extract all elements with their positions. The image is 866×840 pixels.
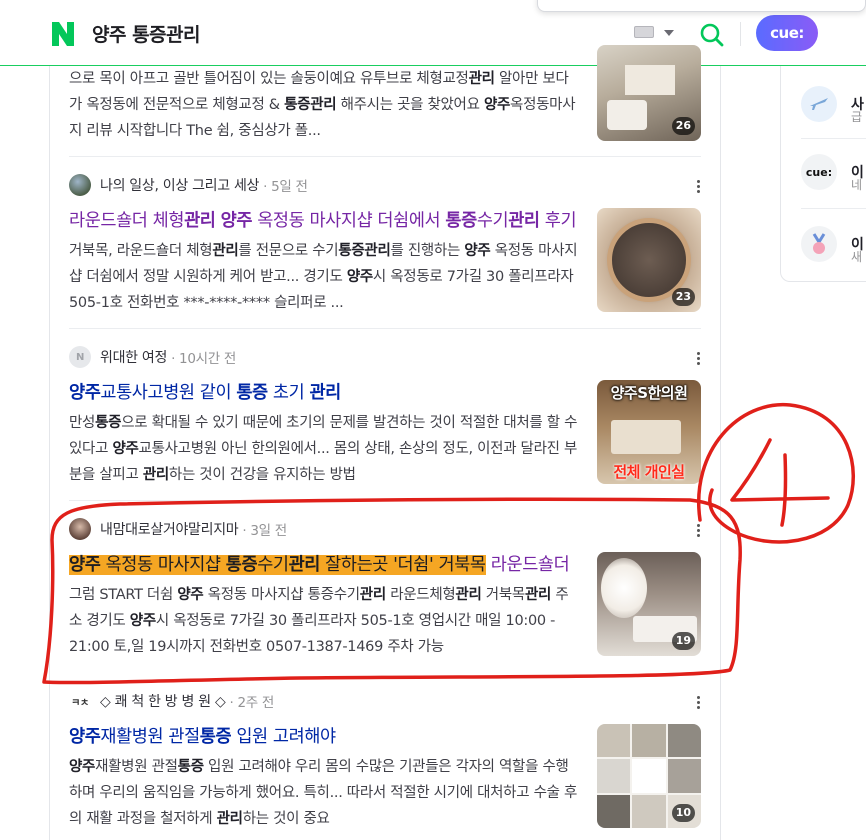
blog-author[interactable]: 나의 일상, 이상 그리고 세상 · 5일 전 <box>69 174 308 196</box>
side-divider <box>801 138 866 139</box>
header-divider <box>740 22 741 46</box>
post-time: · 5일 전 <box>263 179 308 195</box>
image-count-badge: 23 <box>671 288 695 306</box>
cue-button[interactable]: cue: <box>756 15 818 51</box>
thumb-caption: 전체 개인실 <box>613 463 685 481</box>
side-divider <box>801 208 866 209</box>
result-thumbnail[interactable]: 10 <box>597 724 701 828</box>
result-snippet[interactable]: 으로 목이 아프고 골반 틀어짐이 있는 솔둥이예요 유투브로 체형교정관리 알… <box>69 66 579 144</box>
blog-author[interactable]: ㅋㅊ ◇ 쾌 척 한 방 병 원 ◇ · 2주 전 <box>69 690 274 712</box>
title-highlight: 양주 옥정동 마사지샵 통증수기관리 잘하는곳 '더쉼' 거북목 <box>69 555 486 575</box>
naver-logo-icon[interactable] <box>50 21 76 47</box>
chevron-down-icon[interactable] <box>664 30 674 36</box>
result-thumbnail[interactable]: 19 <box>597 552 701 656</box>
post-time: · 2주 전 <box>229 695 274 711</box>
avatar[interactable] <box>69 518 91 540</box>
result-thumbnail[interactable]: 26 <box>597 45 701 141</box>
more-options-icon[interactable] <box>697 524 701 538</box>
image-count-badge: 26 <box>671 117 695 135</box>
avatar[interactable]: ㅋㅊ <box>69 690 91 712</box>
result-divider <box>69 500 701 501</box>
airplane-icon <box>801 86 837 122</box>
image-count-badge: 10 <box>671 804 695 822</box>
title-remainder: 라운드숄더 <box>485 555 570 575</box>
annotation-number-glyph <box>730 438 830 527</box>
keyboard-icon[interactable] <box>634 26 654 38</box>
medal-icon <box>801 226 837 262</box>
result-snippet[interactable]: 만성통증으로 확대될 수 있기 때문에 초기의 문제를 발견하는 것이 적절한 … <box>69 410 579 488</box>
side-item-sub: 네 <box>851 178 863 192</box>
search-query[interactable]: 양주 통증관리 <box>92 20 201 47</box>
post-time: · 3일 전 <box>242 523 287 539</box>
result-divider <box>69 156 701 157</box>
annotation-circle <box>697 403 856 544</box>
side-item-sub: 새 <box>851 250 863 264</box>
result-title[interactable]: 양주교통사고병원 같이 통증 초기 관리 <box>69 380 579 406</box>
post-time: · 10시간 전 <box>171 351 236 367</box>
search-icon[interactable] <box>699 22 725 48</box>
avatar[interactable] <box>69 174 91 196</box>
popup-panel-edge <box>537 0 866 12</box>
author-name[interactable]: 내맘대로살거야말리지마 <box>100 519 239 539</box>
author-name[interactable]: ◇ 쾌 척 한 방 병 원 ◇ <box>100 691 226 711</box>
side-item-sub: 급 <box>851 110 863 124</box>
more-options-icon[interactable] <box>697 696 701 710</box>
blog-author[interactable]: N 위대한 여정 · 10시간 전 <box>69 346 236 368</box>
image-count-badge: 19 <box>671 632 695 650</box>
result-thumbnail[interactable]: 양주S한의원 전체 개인실 <box>597 380 701 484</box>
result-title[interactable]: 양주 옥정동 마사지샵 통증수기관리 잘하는곳 '더쉼' 거북목 라운드숄더 <box>69 552 579 578</box>
thumb-poster <box>625 65 675 95</box>
result-title[interactable]: 양주재활병원 관절통증 입원 고려해야 <box>69 724 579 750</box>
result-snippet[interactable]: 거북목, 라운드숄더 체형관리를 전문으로 수기통증관리를 진행하는 양주 옥정… <box>69 238 579 316</box>
result-snippet[interactable]: 양주재활병원 관절통증 입원 고려해야 우리 몸의 수많은 기관들은 각자의 역… <box>69 754 579 832</box>
more-options-icon[interactable] <box>697 180 701 194</box>
author-name[interactable]: 나의 일상, 이상 그리고 세상 <box>100 175 259 195</box>
result-title[interactable]: 라운드숄더 체형관리 양주 옥정동 마사지샵 더쉼에서 통증수기관리 후기 <box>69 208 579 234</box>
thumb-bed <box>611 420 681 454</box>
cue-icon: cue: <box>801 154 837 190</box>
result-snippet[interactable]: 그럼 START 더쉼 양주 옥정동 마사지샵 통증수기관리 라운드체형관리 거… <box>69 582 579 660</box>
more-options-icon[interactable] <box>697 352 701 366</box>
result-thumbnail[interactable]: 23 <box>597 208 701 312</box>
author-name[interactable]: 위대한 여정 <box>100 347 167 367</box>
result-divider <box>69 328 701 329</box>
avatar[interactable]: N <box>69 346 91 368</box>
thumb-bed <box>607 100 647 130</box>
right-side-panel: 사 급 cue: 이 네 이 새 <box>780 66 866 282</box>
thumb-decor <box>601 558 647 618</box>
blog-author[interactable]: 내맘대로살거야말리지마 · 3일 전 <box>69 518 287 540</box>
thumb-caption: 양주S한의원 <box>610 384 688 402</box>
